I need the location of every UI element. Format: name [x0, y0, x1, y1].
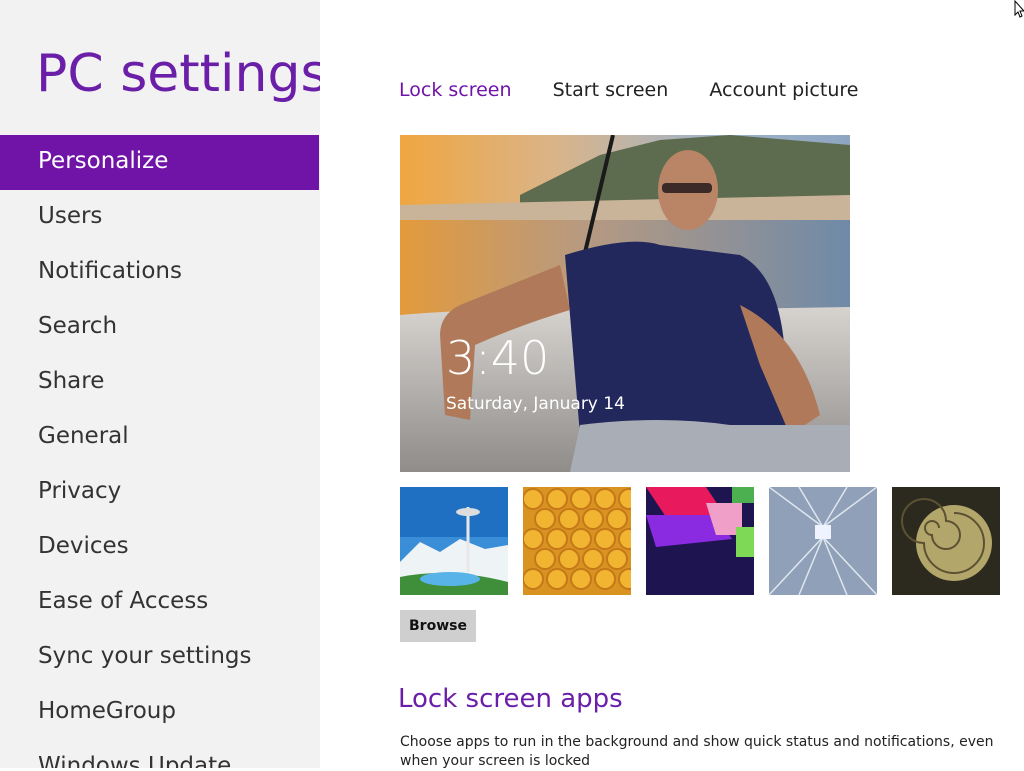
nav-item-windows-update[interactable]: Windows Update: [0, 740, 319, 768]
nav-item-personalize[interactable]: Personalize: [0, 135, 319, 190]
tunnel-lights-thumbnail[interactable]: [769, 487, 877, 595]
main-panel: Lock screen Start screen Account picture: [320, 0, 1024, 769]
app-title: PC settings: [36, 44, 320, 104]
nav-item-sync-settings[interactable]: Sync your settings: [0, 630, 319, 685]
nav-item-general[interactable]: General: [0, 410, 319, 465]
space-needle-thumbnail[interactable]: [400, 487, 508, 595]
geometric-shapes-thumbnail[interactable]: [646, 487, 754, 595]
nav-item-share[interactable]: Share: [0, 355, 319, 410]
lock-screen-photo: [400, 135, 850, 472]
nav-item-notifications[interactable]: Notifications: [0, 245, 319, 300]
sidebar: PC settings Personalize Users Notificati…: [0, 0, 320, 768]
nav-list: Personalize Users Notifications Search S…: [0, 135, 319, 768]
lock-screen-preview: 3:40 Saturday, January 14: [400, 135, 850, 472]
nav-item-privacy[interactable]: Privacy: [0, 465, 319, 520]
lock-screen-time: 3:40: [446, 331, 550, 385]
tab-bar: Lock screen Start screen Account picture: [399, 79, 894, 101]
nautilus-shell-thumbnail[interactable]: [892, 487, 1000, 595]
nav-item-search[interactable]: Search: [0, 300, 319, 355]
honeycomb-thumbnail[interactable]: [523, 487, 631, 595]
nav-item-devices[interactable]: Devices: [0, 520, 319, 575]
browse-button[interactable]: Browse: [400, 610, 476, 642]
background-thumbnails: [400, 487, 1020, 595]
nav-item-ease-of-access[interactable]: Ease of Access: [0, 575, 319, 630]
lock-screen-apps-description: Choose apps to run in the background and…: [400, 734, 994, 769]
lock-screen-apps-heading: Lock screen apps: [398, 684, 623, 714]
mouse-cursor-icon: [1014, 0, 1024, 18]
tab-account-picture[interactable]: Account picture: [709, 79, 858, 101]
nav-item-users[interactable]: Users: [0, 190, 319, 245]
tab-start-screen[interactable]: Start screen: [553, 79, 669, 101]
tab-lock-screen[interactable]: Lock screen: [399, 79, 512, 101]
nav-item-homegroup[interactable]: HomeGroup: [0, 685, 319, 740]
lock-screen-date: Saturday, January 14: [446, 394, 625, 414]
